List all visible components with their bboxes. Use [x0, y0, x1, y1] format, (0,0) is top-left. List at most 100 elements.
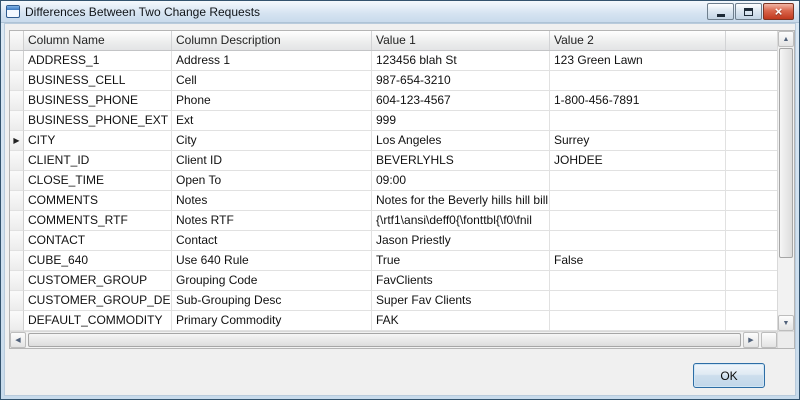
- scroll-left-button[interactable]: ◀: [10, 332, 26, 348]
- cell-value2[interactable]: 123 Green Lawn: [550, 51, 726, 71]
- cell-description[interactable]: Use 640 Rule: [172, 251, 372, 271]
- cell-value1[interactable]: FAK: [372, 311, 550, 331]
- cell-description[interactable]: Sub-Grouping Desc: [172, 291, 372, 311]
- row-selector[interactable]: [10, 231, 24, 251]
- grid-row[interactable]: BUSINESS_PHONEPhone604-123-45671-800-456…: [10, 91, 777, 111]
- column-header-value2[interactable]: Value 2: [550, 31, 726, 50]
- vertical-scrollbar[interactable]: ▲ ▼: [777, 31, 794, 331]
- scroll-up-button[interactable]: ▲: [778, 31, 794, 47]
- cell-description[interactable]: Cell: [172, 71, 372, 91]
- cell-value1[interactable]: 999: [372, 111, 550, 131]
- cell-value1[interactable]: Los Angeles: [372, 131, 550, 151]
- cell-name[interactable]: ADDRESS_1: [24, 51, 172, 71]
- cell-value2[interactable]: JOHDEE: [550, 151, 726, 171]
- cell-value1[interactable]: 09:00: [372, 171, 550, 191]
- cell-description[interactable]: Contact: [172, 231, 372, 251]
- cell-description[interactable]: Ext: [172, 111, 372, 131]
- cell-value1[interactable]: Super Fav Clients: [372, 291, 550, 311]
- cell-value2[interactable]: [550, 191, 726, 211]
- cell-value1[interactable]: {\rtf1\ansi\deff0{\fonttbl{\f0\fnil: [372, 211, 550, 231]
- cell-description[interactable]: Client ID: [172, 151, 372, 171]
- column-header-description[interactable]: Column Description: [172, 31, 372, 50]
- vertical-scroll-thumb[interactable]: [779, 48, 793, 258]
- grid-row[interactable]: COMMENTSNotesNotes for the Beverly hills…: [10, 191, 777, 211]
- cell-name[interactable]: CLOSE_TIME: [24, 171, 172, 191]
- cell-name[interactable]: BUSINESS_PHONE: [24, 91, 172, 111]
- cell-value1[interactable]: FavClients: [372, 271, 550, 291]
- grid-row[interactable]: BUSINESS_CELLCell987-654-3210: [10, 71, 777, 91]
- grid-row[interactable]: CUSTOMER_GROUPGrouping CodeFavClients: [10, 271, 777, 291]
- cell-name[interactable]: CONTACT: [24, 231, 172, 251]
- cell-value1[interactable]: 604-123-4567: [372, 91, 550, 111]
- grid-row[interactable]: CLIENT_IDClient IDBEVERLYHLSJOHDEE: [10, 151, 777, 171]
- row-selector[interactable]: [10, 51, 24, 71]
- cell-value2[interactable]: [550, 271, 726, 291]
- cell-value2[interactable]: [550, 111, 726, 131]
- cell-description[interactable]: Grouping Code: [172, 271, 372, 291]
- scrollbar-extra-button[interactable]: [761, 332, 777, 348]
- minimize-button[interactable]: [707, 3, 734, 20]
- cell-name[interactable]: CITY: [24, 131, 172, 151]
- ok-button[interactable]: OK: [693, 363, 765, 388]
- cell-name[interactable]: CUSTOMER_GROUP_DESC: [24, 291, 172, 311]
- cell-value2[interactable]: [550, 211, 726, 231]
- cell-description[interactable]: Primary Commodity: [172, 311, 372, 331]
- row-selector[interactable]: [10, 171, 24, 191]
- grid-row[interactable]: CONTACTContactJason Priestly: [10, 231, 777, 251]
- row-selector[interactable]: [10, 151, 24, 171]
- cell-name[interactable]: BUSINESS_PHONE_EXT: [24, 111, 172, 131]
- grid-row[interactable]: DEFAULT_COMMODITYPrimary CommodityFAK: [10, 311, 777, 331]
- cell-description[interactable]: Open To: [172, 171, 372, 191]
- grid-row[interactable]: CUBE_640Use 640 RuleTrueFalse: [10, 251, 777, 271]
- cell-name[interactable]: CUBE_640: [24, 251, 172, 271]
- row-selector[interactable]: [10, 111, 24, 131]
- row-selector[interactable]: [10, 91, 24, 111]
- cell-value2[interactable]: [550, 171, 726, 191]
- cell-value1[interactable]: True: [372, 251, 550, 271]
- cell-value2[interactable]: [550, 311, 726, 331]
- row-selector[interactable]: [10, 191, 24, 211]
- scroll-right-button[interactable]: ▶: [743, 332, 759, 348]
- column-header-value1[interactable]: Value 1: [372, 31, 550, 50]
- cell-description[interactable]: Phone: [172, 91, 372, 111]
- cell-value1[interactable]: Notes for the Beverly hills hill bill: [372, 191, 550, 211]
- grid-row[interactable]: COMMENTS_RTFNotes RTF{\rtf1\ansi\deff0{\…: [10, 211, 777, 231]
- horizontal-scroll-thumb[interactable]: [28, 333, 741, 347]
- cell-name[interactable]: DEFAULT_COMMODITY: [24, 311, 172, 331]
- cell-value2[interactable]: 1-800-456-7891: [550, 91, 726, 111]
- grid-row[interactable]: CLOSE_TIMEOpen To09:00: [10, 171, 777, 191]
- cell-name[interactable]: COMMENTS_RTF: [24, 211, 172, 231]
- cell-description[interactable]: Address 1: [172, 51, 372, 71]
- titlebar[interactable]: Differences Between Two Change Requests …: [1, 1, 799, 23]
- cell-value1[interactable]: BEVERLYHLS: [372, 151, 550, 171]
- grid-row[interactable]: ADDRESS_1Address 1123456 blah St123 Gree…: [10, 51, 777, 71]
- cell-value1[interactable]: 987-654-3210: [372, 71, 550, 91]
- row-selector[interactable]: [10, 291, 24, 311]
- close-button[interactable]: ×: [763, 3, 794, 20]
- cell-name[interactable]: CUSTOMER_GROUP: [24, 271, 172, 291]
- row-selector[interactable]: [10, 311, 24, 331]
- cell-value1[interactable]: Jason Priestly: [372, 231, 550, 251]
- cell-value2[interactable]: Surrey: [550, 131, 726, 151]
- cell-value2[interactable]: [550, 71, 726, 91]
- row-selector[interactable]: [10, 251, 24, 271]
- horizontal-scrollbar[interactable]: ◀ ▶: [10, 331, 777, 348]
- grid-row[interactable]: CUSTOMER_GROUP_DESCSub-Grouping DescSupe…: [10, 291, 777, 311]
- grid-row[interactable]: BUSINESS_PHONE_EXTExt999: [10, 111, 777, 131]
- row-selector-current[interactable]: ▶: [10, 131, 24, 151]
- row-selector[interactable]: [10, 211, 24, 231]
- cell-description[interactable]: Notes: [172, 191, 372, 211]
- cell-value2[interactable]: [550, 231, 726, 251]
- column-header-name[interactable]: Column Name: [24, 31, 172, 50]
- row-selector-header[interactable]: [10, 31, 24, 50]
- cell-name[interactable]: BUSINESS_CELL: [24, 71, 172, 91]
- cell-description[interactable]: City: [172, 131, 372, 151]
- grid-row[interactable]: ▶CITYCityLos AngelesSurrey: [10, 131, 777, 151]
- cell-value2[interactable]: [550, 291, 726, 311]
- maximize-button[interactable]: [735, 3, 762, 20]
- cell-name[interactable]: CLIENT_ID: [24, 151, 172, 171]
- scroll-down-button[interactable]: ▼: [778, 315, 794, 331]
- cell-name[interactable]: COMMENTS: [24, 191, 172, 211]
- cell-value1[interactable]: 123456 blah St: [372, 51, 550, 71]
- cell-description[interactable]: Notes RTF: [172, 211, 372, 231]
